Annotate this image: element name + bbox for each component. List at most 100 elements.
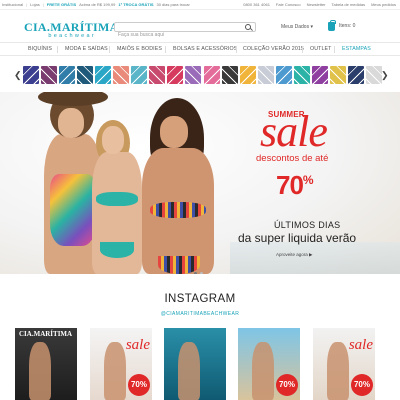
nav-divider <box>236 46 237 53</box>
divider: | <box>42 2 44 7</box>
print-swatch-carousel: ❮ ❯ <box>0 66 400 86</box>
post-photo <box>252 342 274 400</box>
frete-gratis-label: FRETE GRÁTIS <box>46 2 77 7</box>
instagram-post[interactable] <box>164 328 226 400</box>
top-bar-right: 0800 361 4061 Fale Conosco Newsletter Ta… <box>243 2 396 7</box>
promo-sale: sale <box>260 107 328 156</box>
promo-percent-value: 70 <box>276 170 304 200</box>
print-swatch[interactable] <box>149 66 166 84</box>
print-swatch[interactable] <box>41 66 58 84</box>
model-face <box>160 116 188 148</box>
promo-descontos: descontos de até <box>256 153 329 164</box>
cart-count: Itens: 0 <box>339 23 356 29</box>
post-logo: CIA.MARÍTIMA <box>19 330 73 338</box>
nav-divider <box>334 46 335 53</box>
header: CIA.MARÍTIMA beachwear Meus Dados ▾ Iten… <box>0 10 400 42</box>
print-swatch[interactable] <box>329 66 346 84</box>
promo-percent: 70% <box>276 170 314 201</box>
hero-banner[interactable]: SUMMER sale descontos de até 70% ÚLTIMOS… <box>0 92 400 274</box>
search-input[interactable] <box>115 31 239 39</box>
link-newsletter[interactable]: Newsletter <box>307 2 326 7</box>
link-tabela-medidas[interactable]: Tabela de medidas <box>332 2 366 7</box>
print-swatch[interactable] <box>77 66 94 84</box>
print-swatch[interactable] <box>203 66 220 84</box>
nav-item-colecao-verao[interactable]: COLEÇÃO VERÃO 2015 <box>243 46 304 52</box>
phone-number: 0800 361 4061 <box>243 2 270 7</box>
print-swatch[interactable] <box>59 66 76 84</box>
nav-item-maios-bodies[interactable]: MAIÔS E BODIES <box>117 46 162 52</box>
model-face <box>102 126 124 154</box>
top-bar-left: Institucional | Lojas | FRETE GRÁTIS Aci… <box>2 2 190 7</box>
troca-gratis-detail: 30 dias para trocar <box>156 2 190 7</box>
nav-divider <box>302 46 303 53</box>
account-menu[interactable]: Meus Dados ▾ <box>281 24 313 30</box>
nav-item-bolsas-acessorios[interactable]: BOLSAS E ACESSÓRIOS <box>173 46 237 52</box>
divider: | <box>26 2 28 7</box>
print-swatch[interactable] <box>239 66 256 84</box>
link-lojas[interactable]: Lojas <box>30 2 40 7</box>
nav-divider <box>165 46 166 53</box>
main-nav: BIQUÍNIS MODA E SAÍDAS MAIÔS E BODIES BO… <box>0 42 400 56</box>
print-swatch[interactable] <box>131 66 148 84</box>
print-swatch[interactable] <box>347 66 364 84</box>
promo-ultimos-dias: ÚLTIMOS DIAS <box>274 220 341 230</box>
instagram-handle[interactable]: @CIAMARITIMABEACHWEAR <box>0 311 400 317</box>
model-face <box>58 108 84 138</box>
print-swatch[interactable] <box>365 66 382 84</box>
post-discount-badge: 70% <box>276 374 298 396</box>
instagram-post[interactable]: sale 70% <box>90 328 152 400</box>
instagram-post[interactable]: sale 70% <box>313 328 375 400</box>
promo-liquida: da super liquida verão <box>238 231 357 245</box>
chevron-right-icon[interactable]: ❯ <box>381 71 389 80</box>
print-swatch[interactable] <box>293 66 310 84</box>
chevron-left-icon[interactable]: ❮ <box>14 71 22 80</box>
print-swatch[interactable] <box>95 66 112 84</box>
link-institucional[interactable]: Institucional <box>2 2 23 7</box>
instagram-post[interactable]: 70% <box>238 328 300 400</box>
nav-item-moda-saidas[interactable]: MODA E SAÍDAS <box>65 46 108 52</box>
nav-item-estampas[interactable]: ESTAMPAS <box>342 46 371 52</box>
post-photo <box>29 342 51 400</box>
carousel-dot[interactable] <box>200 272 203 274</box>
brand-logo[interactable]: CIA.MARÍTIMA beachwear <box>24 20 118 42</box>
troca-gratis-label: 1ª TROCA GRÁTIS <box>118 2 154 7</box>
nav-item-outlet[interactable]: OUTLET <box>310 46 332 52</box>
promo-text: SUMMER sale descontos de até 70% ÚLTIMOS… <box>230 92 400 274</box>
print-swatch[interactable] <box>275 66 292 84</box>
top-bar: Institucional | Lojas | FRETE GRÁTIS Aci… <box>0 0 400 10</box>
print-swatch[interactable] <box>311 66 328 84</box>
print-swatch[interactable] <box>221 66 238 84</box>
shopping-bag-icon <box>328 20 336 31</box>
instagram-title: INSTAGRAM <box>164 293 236 305</box>
post-sale-text: sale <box>348 337 373 353</box>
link-meus-pedidos[interactable]: Meus pedidos <box>371 2 396 7</box>
print-swatch[interactable] <box>23 66 39 84</box>
post-photo <box>178 342 200 400</box>
frete-gratis-detail: Acima de R$ 199,99 <box>79 2 116 7</box>
nav-divider <box>57 46 58 53</box>
post-photo <box>104 342 126 400</box>
promo-percent-sign: % <box>302 173 314 187</box>
link-fale-conosco[interactable]: Fale Conosco <box>276 2 301 7</box>
model-bikini-bottom <box>100 242 134 258</box>
post-sale-text: sale <box>125 337 150 353</box>
model-bikini-top <box>96 192 138 206</box>
nav-item-biquinis[interactable]: BIQUÍNIS <box>28 46 52 52</box>
print-swatch[interactable] <box>167 66 184 84</box>
promo-cta[interactable]: Aproveite agora ▶ <box>276 252 312 258</box>
print-swatch[interactable] <box>257 66 274 84</box>
post-discount-badge: 70% <box>128 374 150 396</box>
print-swatch[interactable] <box>185 66 202 84</box>
post-photo <box>327 342 349 400</box>
cart-button[interactable]: Itens: 0 <box>328 20 368 33</box>
model-swimsuit <box>50 174 96 246</box>
carousel-dot[interactable] <box>194 272 197 274</box>
post-discount-badge: 70% <box>351 374 373 396</box>
model-bikini-top <box>150 202 206 218</box>
nav-divider <box>109 46 110 53</box>
carousel-dots <box>194 272 203 274</box>
print-swatch[interactable] <box>113 66 130 84</box>
search-icon[interactable] <box>245 24 251 30</box>
search-box <box>114 22 256 39</box>
instagram-post[interactable]: CIA.MARÍTIMA <box>15 328 77 400</box>
